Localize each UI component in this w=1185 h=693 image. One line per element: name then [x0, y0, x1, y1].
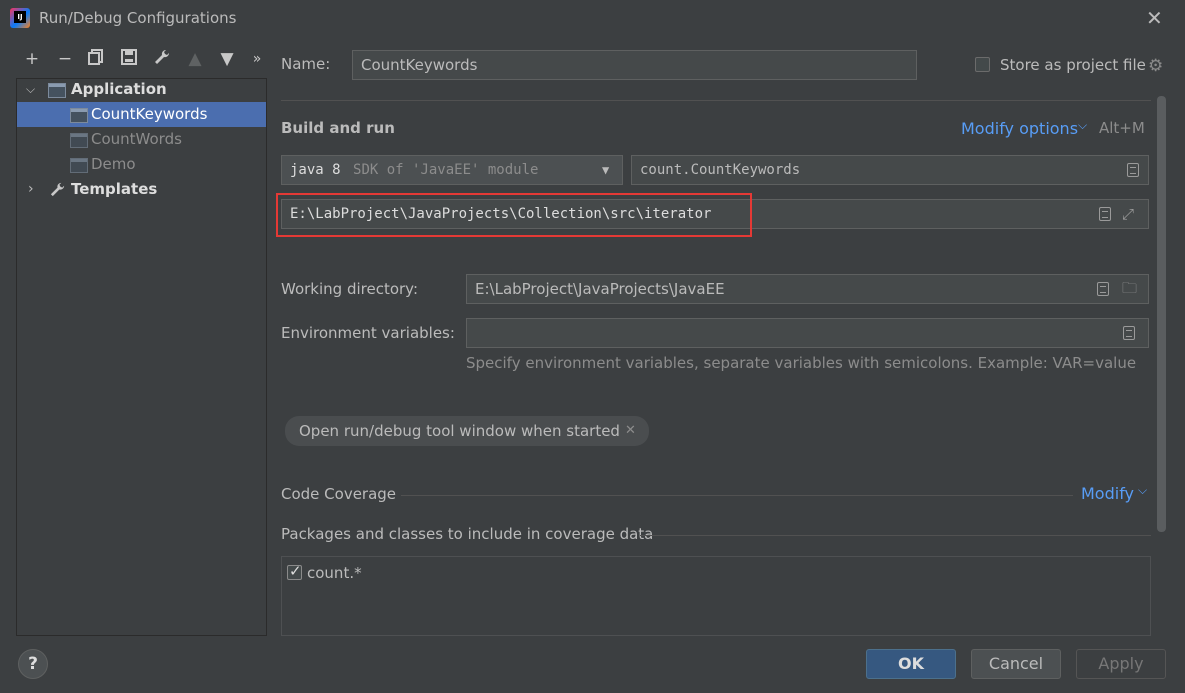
- store-project-file-label: Store as project file: [1000, 56, 1146, 74]
- application-config-icon: [70, 158, 88, 173]
- packages-label: Packages and classes to include in cover…: [281, 525, 654, 543]
- package-checkbox[interactable]: [287, 562, 302, 580]
- gear-icon[interactable]: ⚙: [1148, 56, 1163, 76]
- browse-icon[interactable]: [1097, 282, 1109, 296]
- package-item-label: count.*: [307, 564, 362, 582]
- tree-item-label: Demo: [91, 155, 136, 173]
- tree-item-demo[interactable]: Demo: [17, 152, 266, 177]
- chevron-right-icon[interactable]: ›: [28, 177, 34, 202]
- environment-variables-input[interactable]: [466, 318, 1149, 348]
- top-separator: [281, 100, 1151, 101]
- environment-variables-label: Environment variables:: [281, 324, 455, 342]
- copy-icon: [88, 49, 103, 65]
- tree-item-label: Templates: [71, 180, 158, 198]
- modify-options-shortcut: Alt+M: [1099, 119, 1145, 137]
- chevron-down-icon[interactable]: ⌵: [26, 77, 35, 102]
- add-config-button[interactable]: +: [21, 48, 43, 70]
- highlight-box: [276, 193, 752, 237]
- working-directory-label: Working directory:: [281, 280, 419, 298]
- form-scrollbar[interactable]: [1157, 96, 1166, 532]
- close-icon[interactable]: ✕: [625, 416, 636, 446]
- code-coverage-heading: Code Coverage: [281, 485, 397, 503]
- dropdown-arrow-icon: ▼: [602, 163, 610, 177]
- tree-item-countwords[interactable]: CountWords: [17, 127, 266, 152]
- coverage-modify-link[interactable]: Modify: [1081, 484, 1134, 503]
- wrench-icon: [155, 49, 170, 64]
- edit-templates-button[interactable]: [151, 48, 173, 70]
- main-class-input[interactable]: count.CountKeywords: [631, 155, 1149, 185]
- packages-separator: [640, 535, 1151, 536]
- main-class-value: count.CountKeywords: [640, 162, 801, 178]
- copy-config-button[interactable]: [85, 48, 107, 70]
- browse-icon[interactable]: [1099, 207, 1111, 221]
- move-up-button[interactable]: ▲: [184, 48, 206, 70]
- tree-item-countkeywords[interactable]: CountKeywords: [17, 102, 266, 127]
- modify-options-link[interactable]: Modify options: [961, 119, 1078, 138]
- tree-item-application[interactable]: ⌵ Application: [17, 77, 266, 102]
- coverage-separator: [401, 495, 1073, 496]
- store-project-file-checkbox[interactable]: [975, 57, 990, 72]
- config-tree[interactable]: ⌵ Application CountKeywords CountWords D…: [16, 78, 267, 636]
- working-directory-value: E:\LabProject\JavaProjects\JavaEE: [475, 280, 725, 298]
- ok-button[interactable]: OK: [866, 649, 956, 679]
- open-tool-window-chip[interactable]: Open run/debug tool window when started …: [285, 416, 649, 446]
- browse-icon[interactable]: [1123, 326, 1135, 340]
- chip-label: Open run/debug tool window when started: [299, 422, 620, 440]
- tree-item-label: CountWords: [91, 130, 182, 148]
- chevron-down-icon: ⌵: [1078, 118, 1088, 132]
- application-icon: [48, 83, 66, 98]
- application-config-icon: [70, 133, 88, 148]
- packages-list[interactable]: count.*: [281, 556, 1151, 636]
- more-actions-button[interactable]: »: [246, 48, 268, 70]
- sdk-select[interactable]: java 8 SDK of 'JavaEE' module ▼: [281, 155, 623, 185]
- sdk-detail-label: SDK of 'JavaEE' module: [353, 162, 539, 178]
- help-button[interactable]: ?: [18, 649, 48, 679]
- working-directory-input[interactable]: E:\LabProject\JavaProjects\JavaEE 🗀: [466, 274, 1149, 304]
- window-title: Run/Debug Configurations: [39, 9, 237, 27]
- browse-icon[interactable]: [1127, 163, 1139, 177]
- expand-icon[interactable]: ⤢: [1122, 200, 1134, 228]
- environment-variables-hint: Specify environment variables, separate …: [466, 354, 1137, 372]
- name-label: Name:: [281, 55, 331, 73]
- folder-icon[interactable]: 🗀: [1122, 274, 1137, 302]
- tree-item-label: Application: [71, 80, 167, 98]
- apply-button[interactable]: Apply: [1076, 649, 1166, 679]
- sdk-main-label: java 8: [290, 162, 341, 178]
- application-config-icon: [70, 108, 88, 123]
- cancel-button[interactable]: Cancel: [971, 649, 1061, 679]
- save-config-button[interactable]: [118, 48, 140, 70]
- move-down-button[interactable]: ▼: [216, 48, 238, 70]
- close-icon[interactable]: ✕: [1146, 6, 1163, 30]
- wrench-icon: [49, 181, 66, 206]
- remove-config-button[interactable]: −: [54, 48, 76, 70]
- tree-item-label: CountKeywords: [91, 105, 208, 123]
- name-input[interactable]: CountKeywords: [352, 50, 917, 80]
- tree-item-templates[interactable]: › Templates: [17, 177, 266, 202]
- save-icon: [121, 49, 137, 65]
- intellij-app-icon: [10, 8, 30, 28]
- chevron-down-icon: ⌵: [1138, 483, 1148, 497]
- build-run-heading: Build and run: [281, 119, 395, 137]
